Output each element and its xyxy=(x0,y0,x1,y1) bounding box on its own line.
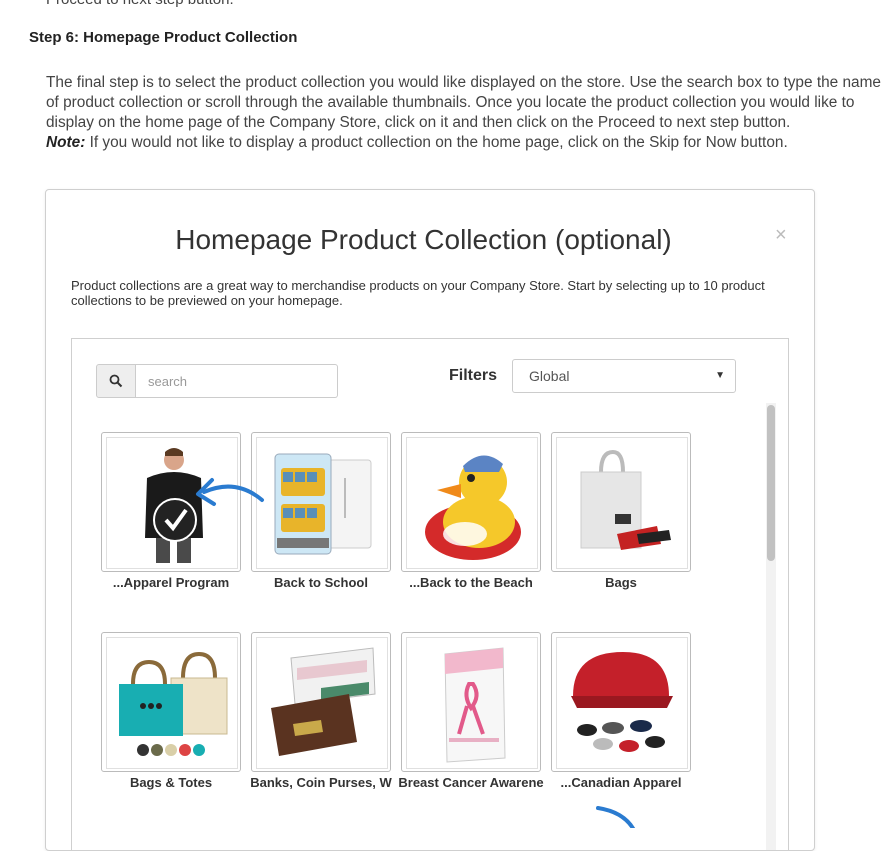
annotation-overlay xyxy=(196,478,636,828)
selection-arrow-icon xyxy=(202,484,264,502)
next-arrow-icon xyxy=(596,806,636,828)
